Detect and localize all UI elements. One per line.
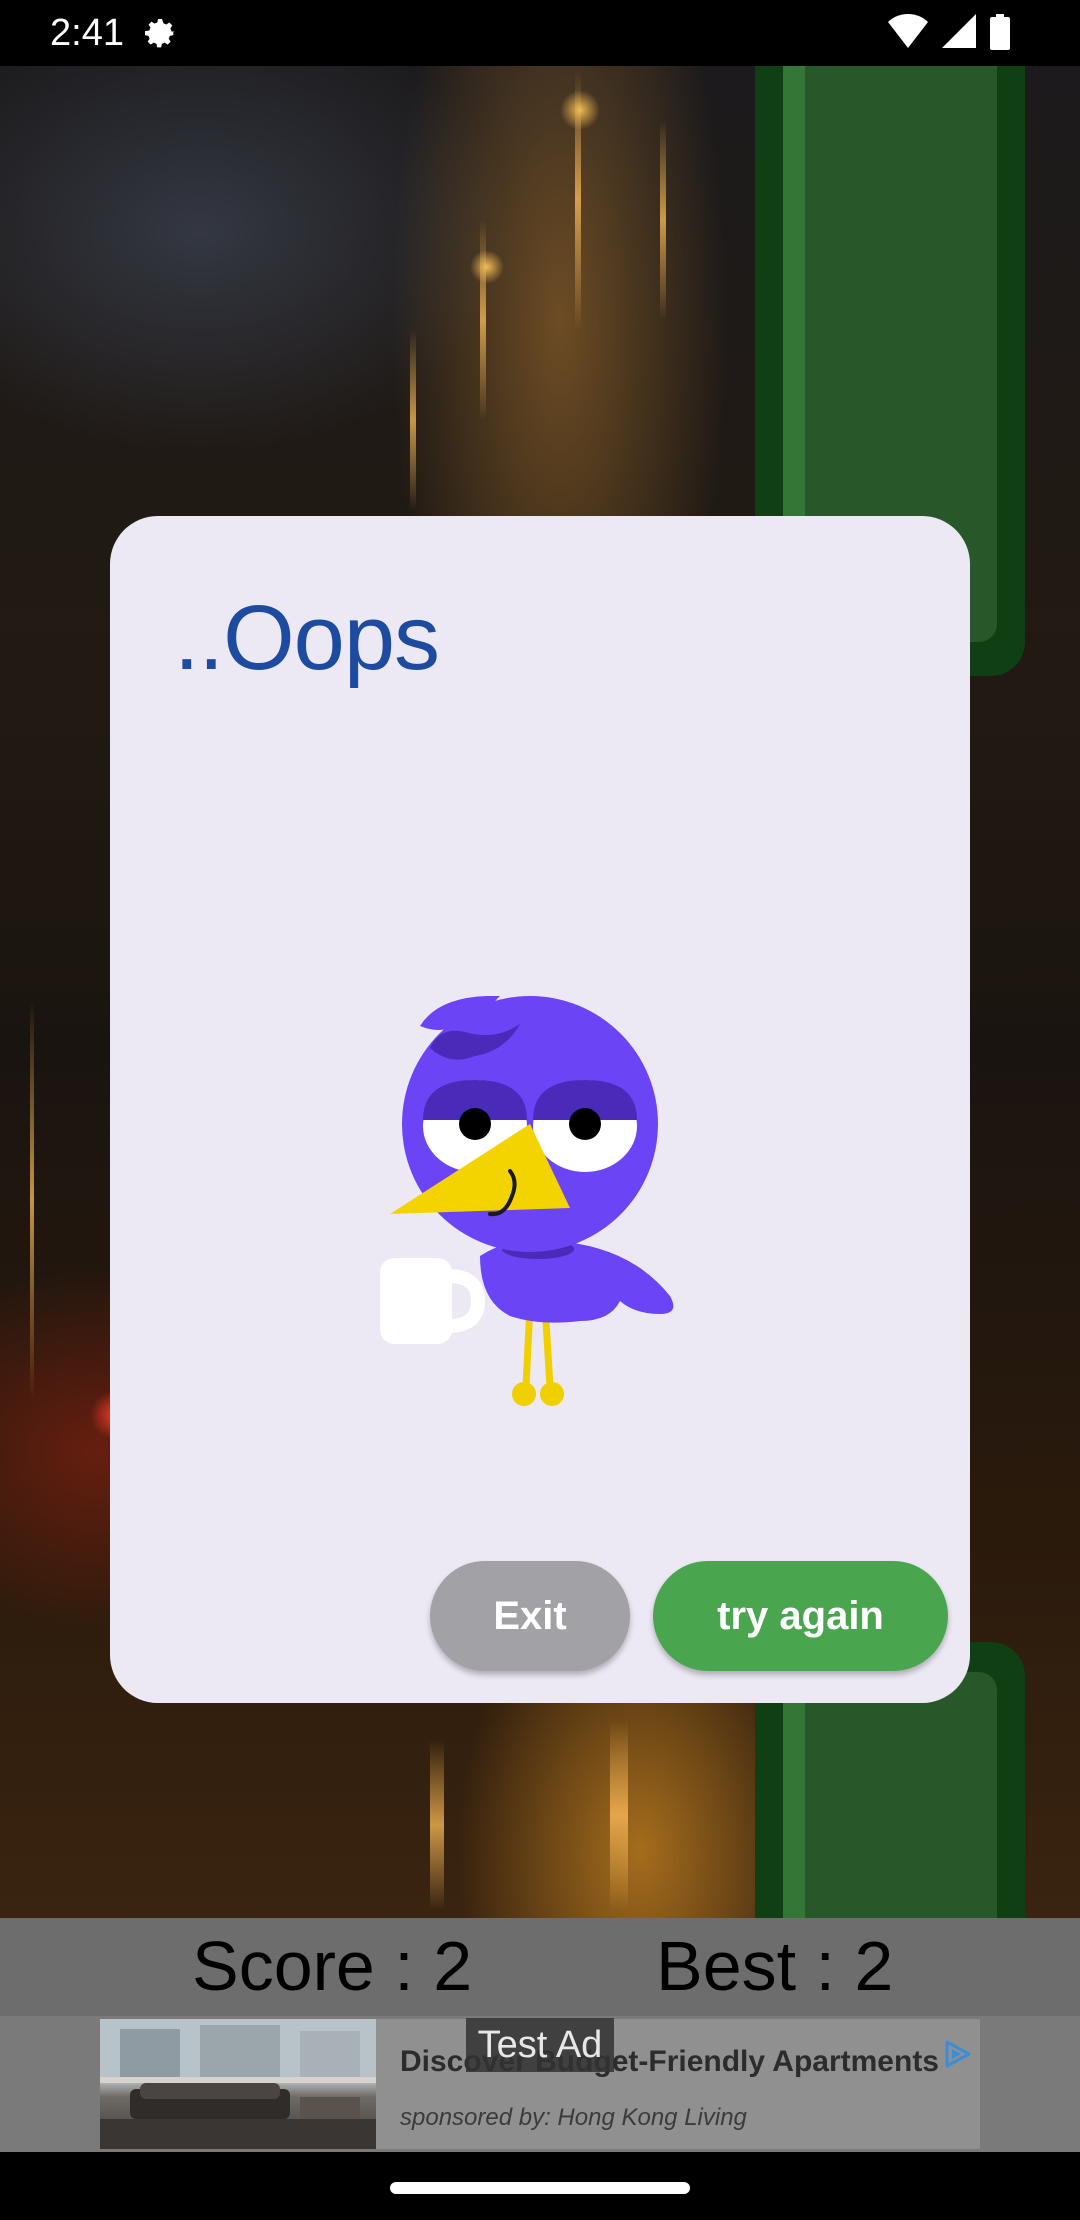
bottom-pipe-highlight	[783, 1672, 805, 1918]
current-score: Score : 2	[192, 1927, 473, 2005]
wifi-icon	[888, 14, 928, 48]
apartment-photo-icon	[100, 2019, 376, 2149]
game-over-dialog: ..Oops Exit try again	[110, 516, 970, 1703]
ad-sponsor: sponsored by: Hong Kong Living	[400, 2104, 747, 2131]
street-light	[470, 250, 504, 284]
best-score: Best : 2	[656, 1927, 894, 2005]
ad-choices-icon[interactable]	[942, 2039, 972, 2069]
light-streak	[410, 330, 416, 510]
status-bar: 2:41	[0, 0, 1080, 66]
purple-bird-mascot-icon	[380, 996, 674, 1406]
try-again-button[interactable]: try again	[653, 1561, 948, 1671]
light-streak	[660, 120, 666, 320]
system-icons	[888, 14, 1010, 50]
light-streak	[430, 1740, 444, 1910]
cell-signal-icon	[942, 14, 976, 48]
ad-image[interactable]	[100, 2019, 376, 2149]
exit-button[interactable]: Exit	[430, 1561, 630, 1671]
home-gesture-handle[interactable]	[390, 2182, 690, 2194]
street-light	[560, 90, 600, 130]
status-clock: 2:41	[50, 12, 124, 54]
bottom-pipe-body	[783, 1672, 997, 1918]
light-streak	[30, 1000, 34, 1400]
test-ad-badge: Test Ad	[466, 2018, 614, 2072]
navigation-bar	[0, 2152, 1080, 2220]
settings-gear-icon	[145, 19, 175, 48]
dialog-title: ..Oops	[174, 587, 440, 689]
battery-icon	[990, 14, 1010, 50]
score-bar: Score : 2 Best : 2	[0, 1918, 1080, 2016]
light-streak	[610, 1720, 628, 1910]
